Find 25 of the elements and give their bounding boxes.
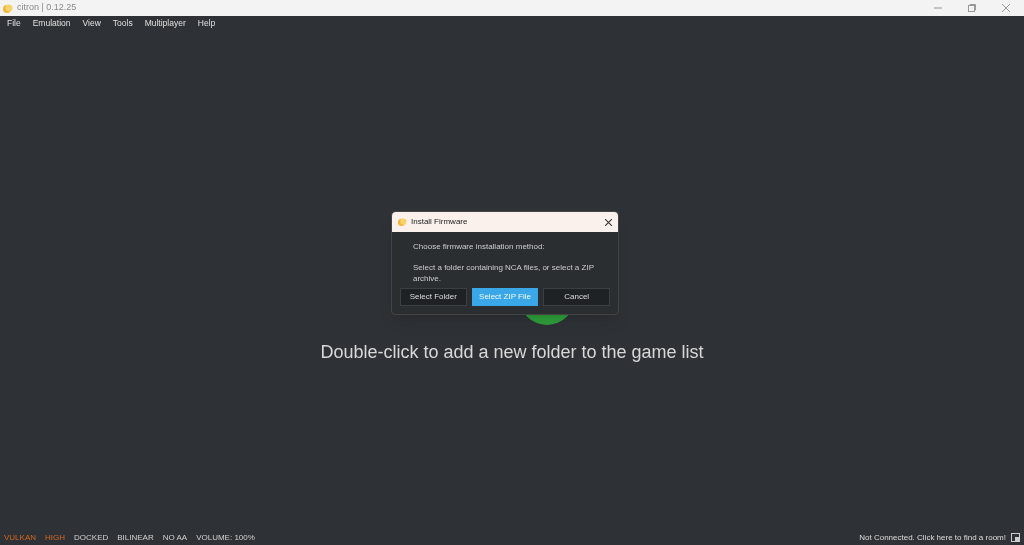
menu-item[interactable]: File [2,17,26,30]
status-item: VULKAN [4,531,36,544]
menu-item[interactable]: Multiplayer [139,17,191,30]
minimize-icon[interactable] [934,4,942,12]
network-status-link[interactable]: Not Connected. Click here to find a room! [859,531,1006,544]
status-item: HIGH [45,531,65,544]
menu-item[interactable]: Help [192,17,221,30]
dialog-heading: Choose firmware installation method: [413,241,546,253]
close-icon[interactable] [605,218,612,226]
window-title: citron | 0.12.25 [17,1,77,15]
dialog-title: Install Firmware [411,216,468,228]
empty-list-message[interactable]: Double-click to add a new folder to the game list [0,339,1024,366]
status-item: DOCKED [74,531,109,544]
app-logo-icon [3,2,13,14]
menu-item[interactable]: View [77,17,106,30]
status-item: NO AA [162,531,188,544]
restore-icon[interactable] [968,4,976,12]
menu-item[interactable]: Emulation [27,17,76,30]
app-logo-icon [398,217,407,227]
status-item: BILINEAR [117,531,154,544]
network-icon[interactable] [1011,533,1020,542]
status-item: VOLUME: 100% [196,531,255,544]
menu-item[interactable]: Tools [107,17,138,30]
dialog-button[interactable]: Select Folder [400,288,467,306]
dialog-description: Select a folder containing NCA files, or select a ZIP archive. [413,262,595,284]
